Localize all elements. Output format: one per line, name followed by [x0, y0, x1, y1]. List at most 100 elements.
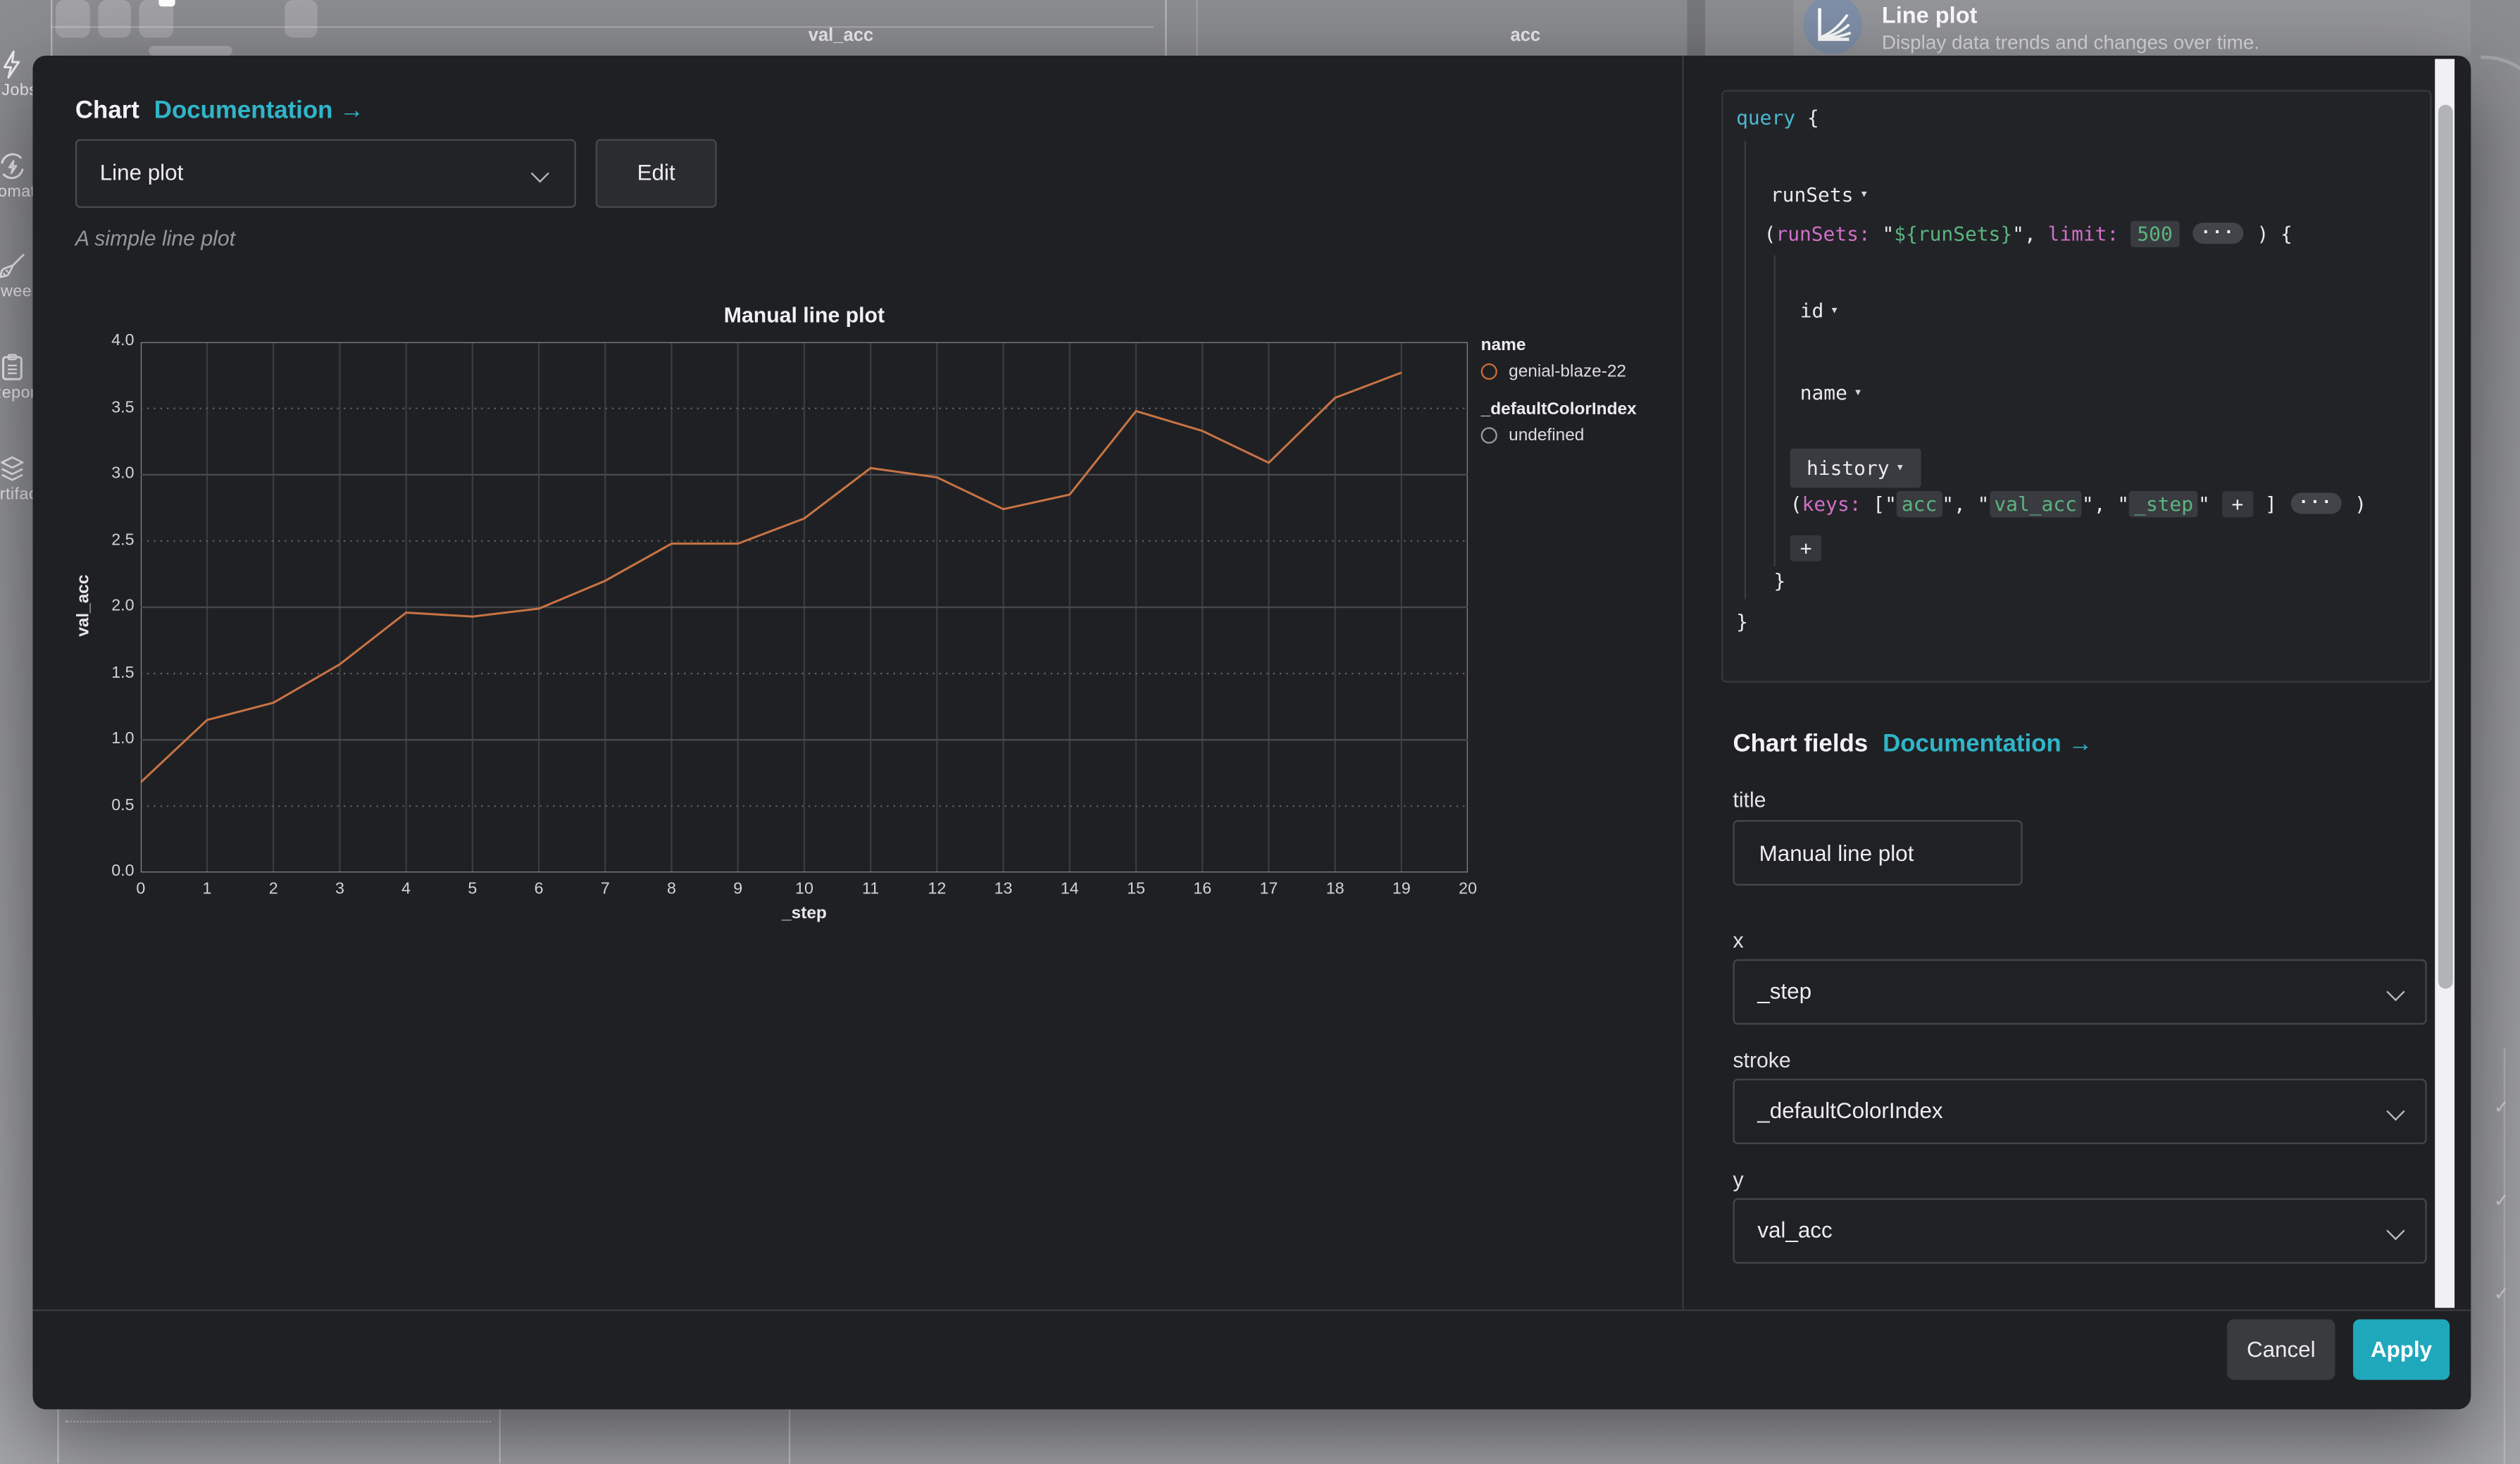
x-tick-label: 4 [382, 880, 431, 898]
y-tick-label: 4.0 [79, 333, 135, 351]
code-token: " [2082, 492, 2094, 515]
modal-scrollbar-thumb[interactable] [2438, 104, 2452, 988]
background-panel-border [499, 1409, 501, 1464]
field-name-token[interactable]: name [1800, 381, 1847, 404]
chevron-down-icon [2386, 1102, 2404, 1120]
caret-down-icon[interactable]: ▾ [1860, 187, 1869, 203]
query-code-line: (keys: ["acc", "val_acc", "_step" + ] ··… [1790, 489, 2366, 519]
title-field-label: title [1733, 786, 1766, 811]
code-token: } [1774, 569, 1786, 592]
background-toolbar-line [51, 26, 1154, 27]
x-tick-label: 9 [713, 880, 763, 898]
query-code-line: runSets ▾ [1771, 180, 1869, 210]
stroke-field-value: _defaultColorIndex [1757, 1098, 1942, 1123]
query-code-line: query { [1736, 103, 1819, 132]
query-code-line: history ▾ [1790, 449, 1921, 488]
chevron-down-icon [531, 163, 549, 182]
string-chip: acc [1897, 490, 1942, 516]
title-input[interactable] [1756, 822, 2008, 884]
query-code-line: + [1790, 533, 1822, 563]
field-name-token[interactable]: runSets [1771, 183, 1854, 206]
chart-documentation-link[interactable]: Documentation → [154, 96, 364, 123]
y-tick-label: 1.0 [79, 730, 135, 748]
code-token: " [1978, 492, 1990, 515]
x-tick-label: 14 [1045, 880, 1094, 898]
number-chip: 500 [2131, 220, 2179, 246]
argument-key-token: limit: [2048, 222, 2119, 245]
chevron-down-icon [2386, 1222, 2404, 1240]
legend-group-label: name [1481, 335, 1637, 355]
x-tick-label: 18 [1311, 880, 1360, 898]
ellipsis-menu-icon[interactable]: ··· [2290, 492, 2341, 514]
legend-ring-icon [1481, 427, 1497, 443]
cancel-button[interactable]: Cancel [2227, 1320, 2335, 1380]
caret-down-icon[interactable]: ▾ [1830, 303, 1839, 319]
code-token: , [2094, 492, 2118, 515]
y-tick-label: 3.0 [79, 465, 135, 483]
query-editor[interactable]: query {runSets▾(runSets: "${runSets}", l… [1721, 90, 2431, 683]
y-tick-label: 0.5 [79, 796, 135, 814]
background-toolbar-button [97, 0, 130, 37]
y-tick-label: 0.0 [79, 862, 135, 881]
y-field-select[interactable]: val_acc [1733, 1198, 2426, 1264]
code-token: ( [1764, 222, 1776, 245]
background-pill [149, 46, 232, 55]
legend-group-label: _defaultColorIndex [1481, 399, 1637, 419]
chart-fields-documentation-link[interactable]: Documentation → [1883, 729, 2092, 757]
stroke-field-select[interactable]: _defaultColorIndex [1733, 1079, 2426, 1144]
caret-down-icon[interactable]: ▾ [1896, 460, 1904, 476]
code-token: ) [2343, 492, 2366, 515]
string-chip: _step [2129, 490, 2198, 516]
ellipsis-menu-icon[interactable]: ··· [2192, 223, 2243, 244]
chart-type-select[interactable]: Line plot [75, 138, 576, 207]
reports-icon [0, 352, 27, 383]
argument-key-token: keys: [1802, 492, 1861, 515]
line-plot-icon [1803, 0, 1862, 54]
background-separator [1196, 0, 1197, 55]
legend-entry-label: undefined [1509, 426, 1584, 445]
y-field-label: y [1733, 1167, 1743, 1192]
edit-button[interactable]: Edit [596, 138, 717, 207]
line-plot-tooltip-card: Line plot Display data trends and change… [1793, 0, 2471, 55]
x-axis-title: _step [141, 904, 1468, 924]
x-tick-label: 10 [780, 880, 829, 898]
query-code-line: } [1736, 607, 1748, 636]
background-card-corner [2481, 55, 2520, 124]
field-name-token[interactable]: history [1807, 457, 1890, 480]
background-panel-border [57, 1409, 58, 1464]
code-token: , [2024, 222, 2048, 245]
code-token [2119, 222, 2131, 245]
chart-header: Chart Documentation → [75, 96, 364, 123]
string-token: ${runSets} [1894, 222, 2012, 245]
code-token: ] [2253, 492, 2277, 515]
x-tick-label: 3 [316, 880, 365, 898]
background-toolbar-button [284, 0, 316, 37]
query-code-line: id ▾ [1800, 297, 1839, 326]
x-tick-label: 17 [1245, 880, 1294, 898]
keyword-token: query [1736, 106, 1795, 130]
code-token: " [1942, 492, 1954, 515]
x-tick-label: 16 [1178, 880, 1227, 898]
background-panel-title: val_acc [809, 26, 873, 46]
field-name-token[interactable]: id [1800, 299, 1824, 323]
background-panel-border [789, 1409, 790, 1464]
automations-icon [0, 151, 27, 182]
tooltip-subtitle: Display data trends and changes over tim… [1882, 31, 2259, 54]
chart-section-title: Chart [75, 96, 139, 123]
chevron-down-icon [2386, 983, 2404, 1001]
legend-entry-label: genial-blaze-22 [1509, 361, 1626, 381]
add-key-button[interactable]: + [2222, 490, 2254, 516]
x-tick-label: 0 [116, 880, 166, 898]
chart-fields-header: Chart fields Documentation → [1733, 729, 2092, 757]
legend-entry[interactable]: genial-blaze-22 [1481, 361, 1637, 381]
add-key-button[interactable]: + [1790, 535, 1822, 562]
chart-type-value: Line plot [100, 160, 184, 185]
y-field-value: val_acc [1757, 1218, 1832, 1243]
apply-button[interactable]: Apply [2353, 1320, 2450, 1380]
x-field-select[interactable]: _step [1733, 960, 2426, 1025]
stroke-field-label: stroke [1733, 1048, 1790, 1072]
caret-down-icon[interactable]: ▾ [1854, 385, 1862, 401]
legend-entry[interactable]: undefined [1481, 426, 1637, 445]
indent-guide [1744, 141, 1745, 600]
x-tick-label: 13 [979, 880, 1028, 898]
